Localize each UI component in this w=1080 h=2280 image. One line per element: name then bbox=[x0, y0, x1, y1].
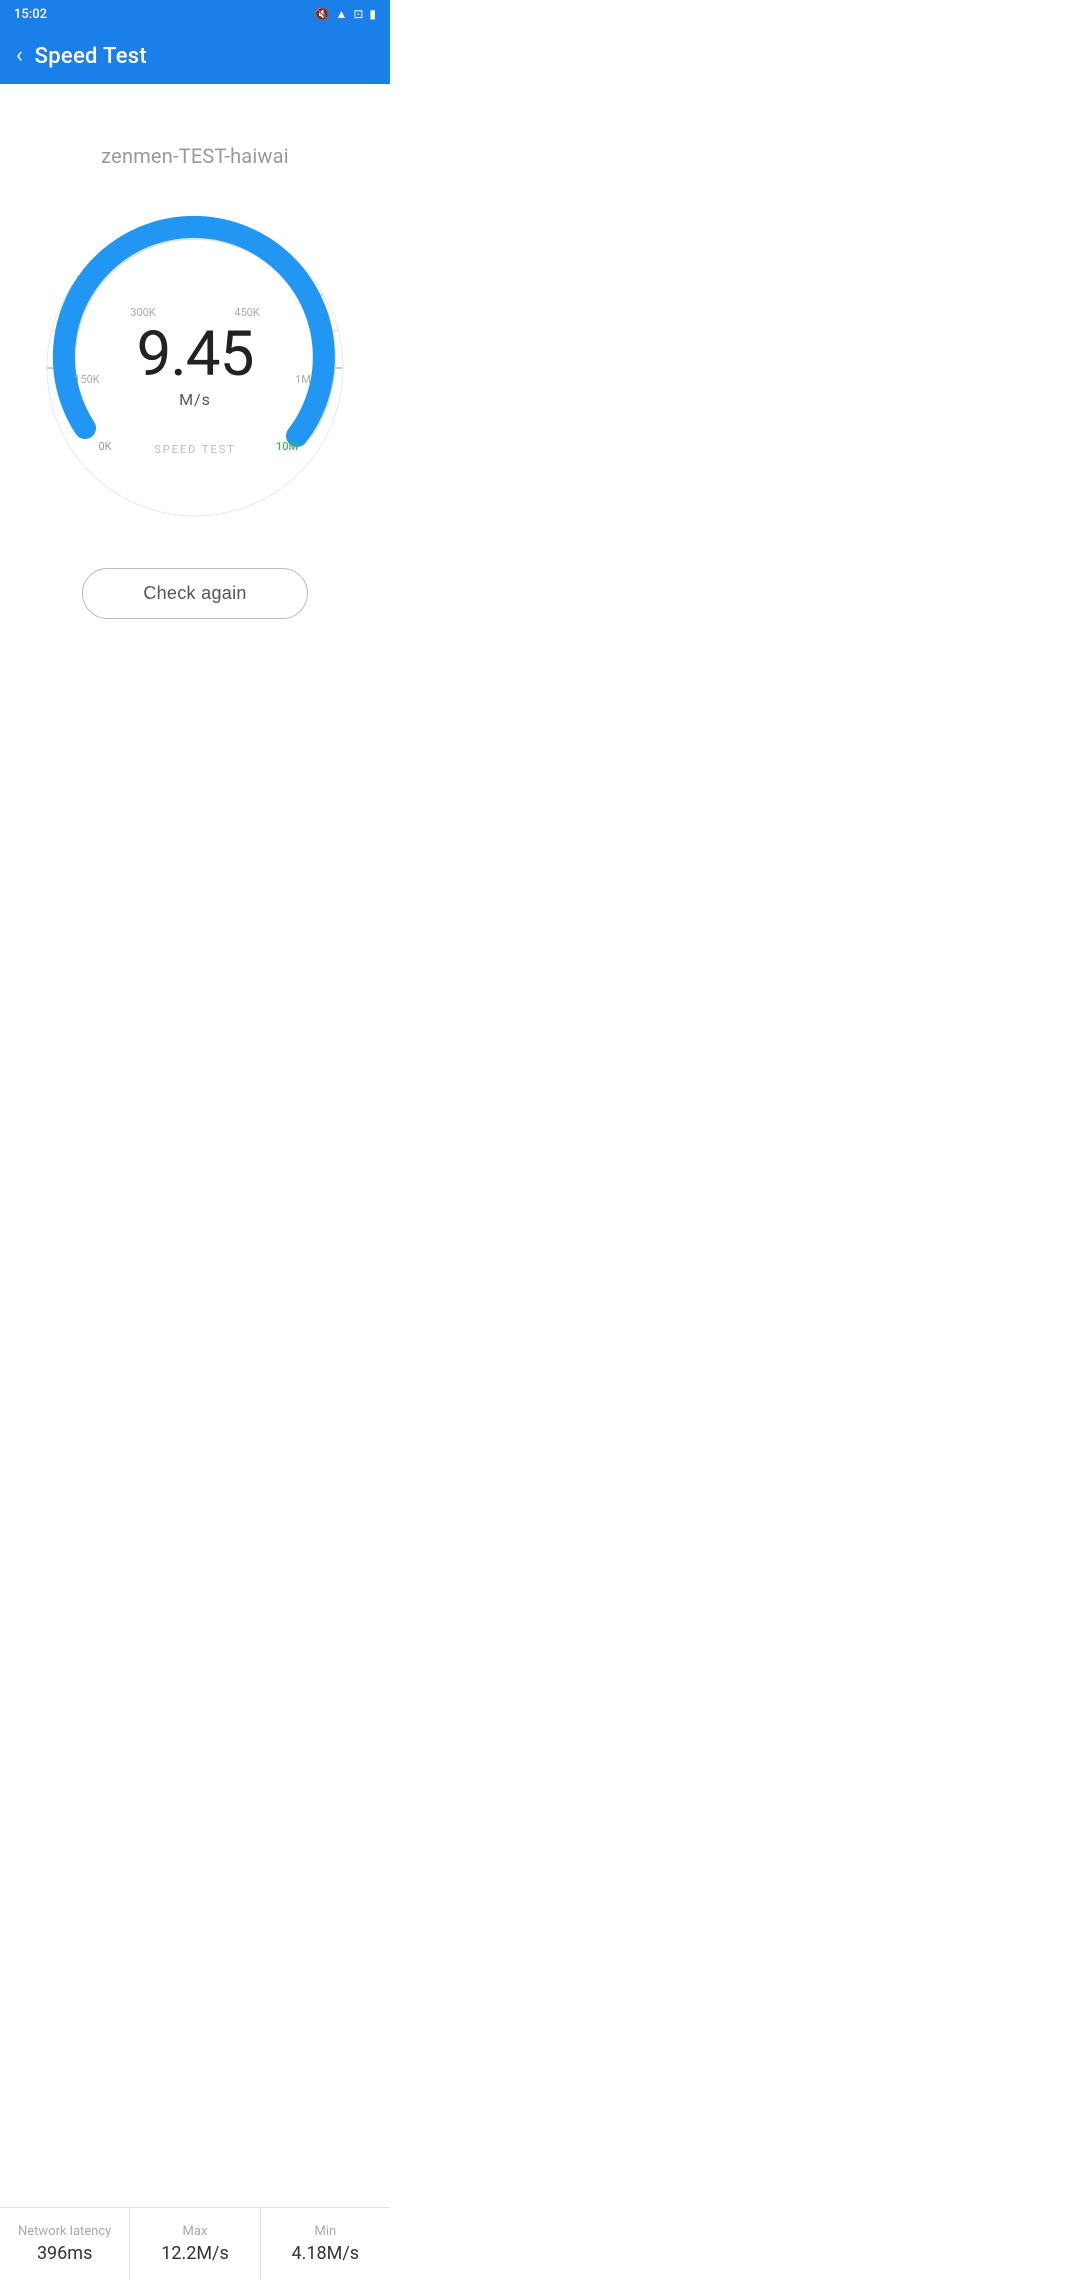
network-name: zenmen-TEST-haiwai bbox=[101, 144, 289, 168]
speed-unit: M/s bbox=[179, 390, 211, 409]
min-value: 4.18M/s bbox=[292, 2243, 360, 2264]
stat-min: Min 4.18M/s bbox=[261, 2208, 390, 2280]
speedometer: 0K 150K 300K 450K 1M 10M 9.45 M/s SPEED … bbox=[35, 208, 355, 528]
back-button[interactable]: ‹ bbox=[16, 45, 23, 67]
status-time: 15:02 bbox=[14, 7, 47, 22]
max-value: 12.2M/s bbox=[161, 2243, 229, 2264]
speed-test-label: SPEED TEST bbox=[154, 443, 236, 456]
app-bar: ‹ Speed Test bbox=[0, 28, 390, 84]
svg-text:10M: 10M bbox=[276, 440, 298, 453]
stat-max: Max 12.2M/s bbox=[130, 2208, 260, 2280]
wifi-icon: ▲ bbox=[335, 7, 347, 21]
status-icons: 🔇 ▲ ⊡ ▮ bbox=[314, 7, 376, 21]
svg-text:1M: 1M bbox=[295, 373, 311, 386]
mute-icon: 🔇 bbox=[314, 7, 329, 21]
bottom-stats: Network latency 396ms Max 12.2M/s Min 4.… bbox=[0, 2207, 390, 2280]
check-again-button[interactable]: Check again bbox=[82, 568, 307, 619]
svg-text:150K: 150K bbox=[74, 373, 100, 386]
max-label: Max bbox=[183, 2224, 208, 2239]
app-title: Speed Test bbox=[35, 44, 147, 69]
min-label: Min bbox=[314, 2224, 336, 2239]
main-content: zenmen-TEST-haiwai bbox=[0, 84, 390, 859]
battery-icon: ▮ bbox=[369, 7, 376, 21]
stat-latency: Network latency 396ms bbox=[0, 2208, 130, 2280]
latency-value: 396ms bbox=[37, 2243, 92, 2264]
speed-number: 9.45 bbox=[137, 324, 254, 386]
status-bar: 15:02 🔇 ▲ ⊡ ▮ bbox=[0, 0, 390, 28]
screen-icon: ⊡ bbox=[353, 7, 363, 21]
speed-display: 9.45 M/s bbox=[137, 324, 254, 409]
svg-text:0K: 0K bbox=[98, 440, 111, 453]
latency-label: Network latency bbox=[18, 2224, 111, 2239]
